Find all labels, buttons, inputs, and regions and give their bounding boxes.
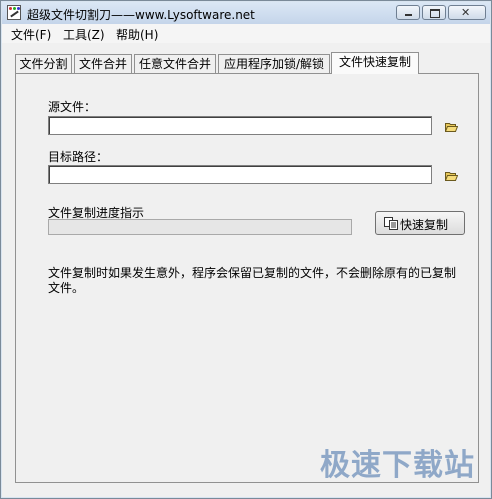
source-file-input[interactable]: [48, 116, 432, 135]
app-icon[interactable]: [7, 5, 21, 20]
tab-file-merge[interactable]: 文件合并: [74, 54, 132, 73]
maximize-button[interactable]: [422, 5, 446, 20]
title-bar[interactable]: 超级文件切割刀——www.Lysoftware.net ✕: [2, 2, 490, 24]
window-title: 超级文件切割刀——www.Lysoftware.net: [27, 8, 255, 22]
browse-folder-icon[interactable]: [445, 171, 458, 181]
fast-copy-button-label: 快速复制: [400, 218, 449, 232]
target-path-label: 目标路径：: [48, 150, 109, 164]
source-file-label: 源文件：: [48, 100, 97, 114]
tab-any-file-merge[interactable]: 任意文件合并: [134, 54, 216, 73]
copy-progress-bar: [48, 219, 352, 235]
tab-file-split[interactable]: 文件分割: [15, 54, 72, 73]
watermark-logo: 极速下载站: [320, 448, 475, 483]
copy-icon: [384, 217, 398, 230]
copy-note-text: 文件复制时如果发生意外，程序会保留已复制的文件，不会删除原有的已复制文件。: [48, 266, 457, 295]
target-path-input[interactable]: [48, 165, 432, 184]
menu-tools[interactable]: 工具(Z): [63, 26, 105, 43]
app-window: 超级文件切割刀——www.Lysoftware.net ✕ 文件(F) 工具(Z…: [0, 0, 492, 499]
tab-fast-copy[interactable]: 文件快速复制: [331, 52, 419, 74]
minimize-icon: [405, 14, 412, 16]
menu-file[interactable]: 文件(F): [11, 26, 51, 43]
maximize-icon: [430, 9, 440, 18]
browse-folder-icon[interactable]: [445, 122, 458, 132]
close-icon: ✕: [461, 6, 471, 19]
menu-bar: 文件(F) 工具(Z) 帮助(H): [2, 24, 490, 43]
close-button[interactable]: ✕: [448, 5, 486, 20]
minimize-button[interactable]: [396, 5, 420, 20]
menu-help[interactable]: 帮助(H): [116, 26, 158, 43]
fast-copy-button[interactable]: 快速复制: [375, 211, 465, 235]
fast-copy-panel: 源文件： 目标路径： 文件复制进度指示 快速复制 文件复制时如果发生意外，程序会…: [15, 73, 479, 483]
tab-app-lock[interactable]: 应用程序加锁/解锁: [218, 54, 330, 73]
